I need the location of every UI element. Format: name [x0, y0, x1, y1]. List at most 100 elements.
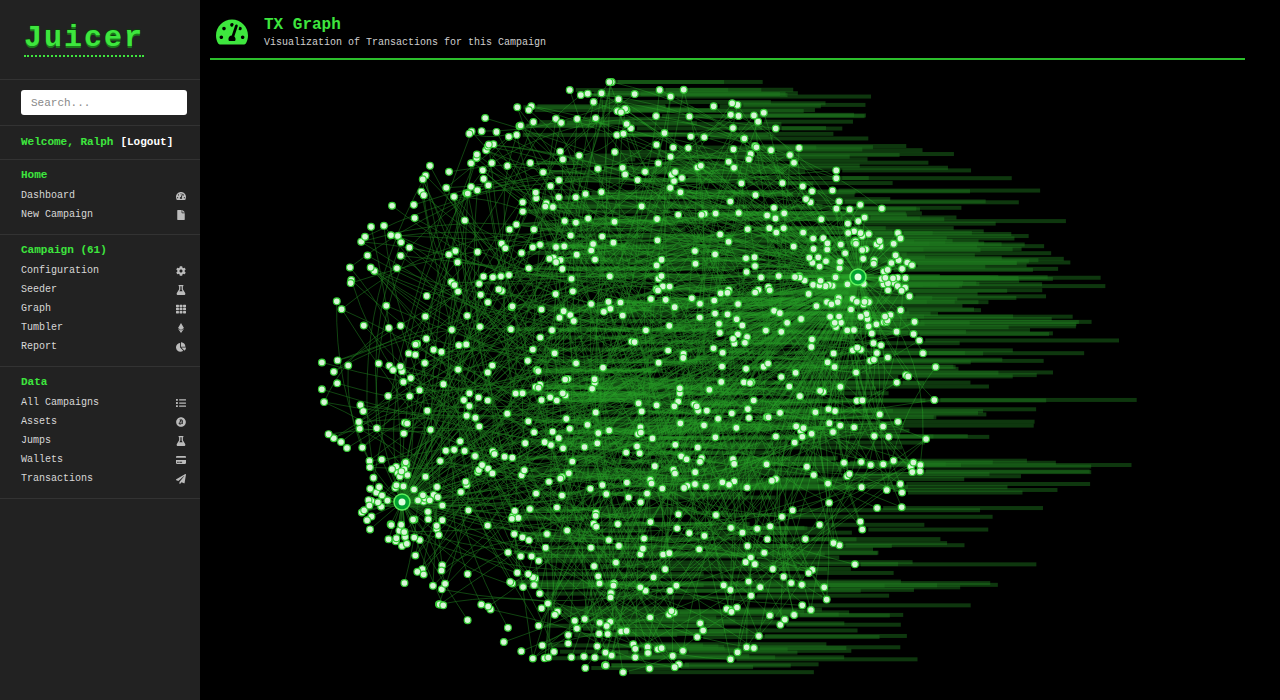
graph-node[interactable] [765, 414, 772, 421]
graph-node[interactable] [680, 355, 687, 362]
graph-node[interactable] [658, 645, 665, 652]
graph-node[interactable] [591, 654, 598, 661]
graph-node[interactable] [764, 536, 771, 543]
graph-node[interactable] [511, 508, 518, 515]
graph-node[interactable] [692, 248, 699, 255]
graph-node[interactable] [455, 288, 462, 295]
graph-node[interactable] [568, 275, 575, 282]
graph-node[interactable] [430, 346, 437, 353]
graph-node[interactable] [455, 366, 462, 373]
graph-node[interactable] [637, 584, 644, 591]
graph-node[interactable] [754, 525, 761, 532]
graph-node[interactable] [610, 582, 617, 589]
graph-node[interactable] [591, 563, 598, 570]
graph-node[interactable] [906, 293, 913, 300]
graph-node[interactable] [846, 206, 853, 213]
graph-node[interactable] [899, 265, 906, 272]
graph-node[interactable] [593, 523, 600, 530]
graph-node[interactable] [577, 92, 584, 99]
graph-node[interactable] [501, 453, 508, 460]
graph-node[interactable] [764, 212, 771, 219]
graph-node[interactable] [531, 429, 538, 436]
graph-node[interactable] [769, 566, 776, 573]
graph-node[interactable] [558, 119, 565, 126]
graph-node[interactable] [632, 645, 639, 652]
graph-node[interactable] [916, 337, 923, 344]
graph-node[interactable] [653, 262, 660, 269]
graph-node[interactable] [549, 204, 556, 211]
graph-node[interactable] [686, 530, 693, 537]
graph-node[interactable] [752, 263, 759, 270]
graph-node[interactable] [398, 239, 405, 246]
graph-node[interactable] [505, 624, 512, 631]
graph-node[interactable] [427, 426, 434, 433]
graph-node[interactable] [542, 203, 549, 210]
graph-node[interactable] [484, 369, 491, 376]
graph-node[interactable] [524, 357, 531, 364]
graph-node[interactable] [370, 474, 377, 481]
graph-node[interactable] [594, 165, 601, 172]
graph-node[interactable] [836, 198, 843, 205]
graph-node[interactable] [464, 571, 471, 578]
graph-node[interactable] [606, 273, 613, 280]
sidebar-item[interactable]: Wallets [21, 450, 187, 469]
graph-node[interactable] [917, 468, 924, 475]
graph-node[interactable] [557, 148, 564, 155]
graph-node[interactable] [799, 433, 806, 440]
graph-node[interactable] [553, 259, 560, 266]
graph-node[interactable] [744, 406, 751, 413]
graph-node[interactable] [455, 342, 462, 349]
graph-node[interactable] [703, 483, 710, 490]
graph-node[interactable] [561, 218, 568, 225]
sidebar-item[interactable]: Transactions [21, 469, 187, 488]
graph-node[interactable] [426, 497, 433, 504]
graph-node[interactable] [442, 580, 449, 587]
graph-node[interactable] [880, 461, 887, 468]
graph-node[interactable] [808, 343, 815, 350]
graph-node[interactable] [810, 472, 817, 479]
graph-node[interactable] [576, 152, 583, 159]
graph-node[interactable] [397, 252, 404, 259]
graph-node[interactable] [400, 379, 407, 386]
graph-node[interactable] [892, 252, 899, 259]
graph-node[interactable] [694, 634, 701, 641]
graph-node[interactable] [805, 570, 812, 577]
graph-node[interactable] [381, 222, 388, 229]
graph-node[interactable] [784, 319, 791, 326]
graph-node[interactable] [405, 350, 412, 357]
graph-node[interactable] [440, 602, 447, 609]
graph-node[interactable] [622, 171, 629, 178]
graph-node[interactable] [742, 559, 749, 566]
graph-node[interactable] [437, 458, 444, 465]
graph-node[interactable] [434, 494, 441, 501]
graph-node[interactable] [498, 273, 505, 280]
graph-node[interactable] [463, 412, 470, 419]
graph-node[interactable] [599, 482, 606, 489]
graph-node[interactable] [424, 407, 431, 414]
graph-node[interactable] [753, 144, 760, 151]
graph-node[interactable] [800, 229, 807, 236]
graph-node[interactable] [859, 526, 866, 533]
graph-node[interactable] [671, 664, 678, 671]
graph-node[interactable] [832, 274, 839, 281]
graph-node[interactable] [815, 254, 822, 261]
graph-node[interactable] [727, 111, 734, 118]
graph-node[interactable] [561, 243, 568, 250]
graph-node[interactable] [703, 407, 710, 414]
graph-node[interactable] [810, 281, 817, 288]
graph-node[interactable] [559, 266, 566, 273]
sidebar-item[interactable]: All Campaigns [21, 393, 187, 412]
graph-node[interactable] [460, 397, 467, 404]
graph-node[interactable] [899, 489, 906, 496]
graph-node[interactable] [724, 289, 731, 296]
graph-node[interactable] [504, 410, 511, 417]
graph-node[interactable] [860, 255, 867, 262]
graph-node[interactable] [803, 196, 810, 203]
graph-node[interactable] [771, 204, 778, 211]
graph-node[interactable] [767, 612, 774, 619]
graph-node[interactable] [479, 167, 486, 174]
graph-node[interactable] [897, 307, 904, 314]
graph-node[interactable] [636, 450, 643, 457]
graph-node[interactable] [796, 144, 803, 151]
graph-node[interactable] [537, 334, 544, 341]
